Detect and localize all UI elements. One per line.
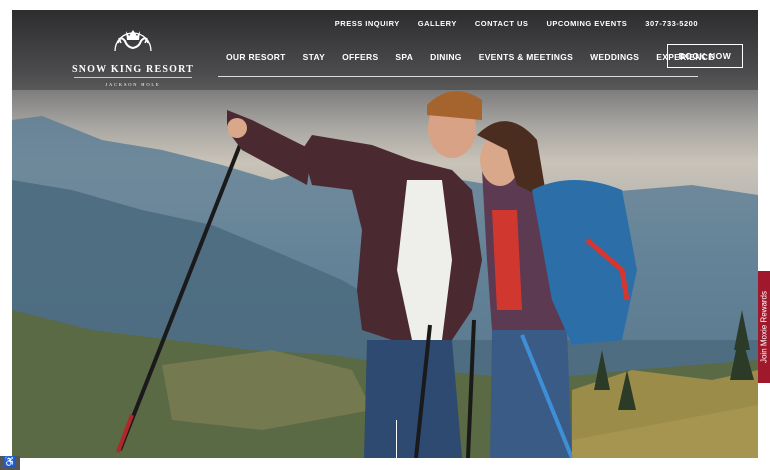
- nav-offers[interactable]: OFFERS: [342, 52, 378, 62]
- hero-banner: SNOW KING RESORT JACKSON HOLE PRESS INQU…: [12, 10, 758, 458]
- logo-name: SNOW KING RESORT: [72, 64, 195, 75]
- nav-events-meetings[interactable]: EVENTS & MEETINGS: [479, 52, 573, 62]
- accessibility-icon[interactable]: ♿: [0, 456, 20, 470]
- main-nav: OUR RESORT STAY OFFERS SPA DINING EVENTS…: [226, 52, 714, 62]
- nav-weddings[interactable]: WEDDINGS: [590, 52, 639, 62]
- rewards-tab-label: Join Moxie Rewards: [759, 290, 769, 364]
- logo-divider: [74, 77, 192, 78]
- nav-phone-number[interactable]: 307-733-5200: [645, 19, 698, 28]
- scroll-indicator: [396, 420, 397, 458]
- rewards-tab[interactable]: Join Moxie Rewards: [758, 271, 770, 383]
- nav-stay[interactable]: STAY: [303, 52, 325, 62]
- crown-antlers-emblem: [114, 30, 152, 52]
- nav-contact-us[interactable]: CONTACT US: [475, 19, 529, 28]
- top-utility-nav: PRESS INQUIRY GALLERY CONTACT US UPCOMIN…: [335, 19, 698, 28]
- nav-gallery[interactable]: GALLERY: [418, 19, 457, 28]
- nav-upcoming-events[interactable]: UPCOMING EVENTS: [546, 19, 627, 28]
- nav-press-inquiry[interactable]: PRESS INQUIRY: [335, 19, 400, 28]
- nav-divider: [218, 76, 698, 77]
- resort-logo[interactable]: SNOW KING RESORT JACKSON HOLE: [72, 21, 195, 87]
- book-now-button[interactable]: BOOK NOW: [667, 44, 743, 68]
- nav-our-resort[interactable]: OUR RESORT: [226, 52, 286, 62]
- logo-location: JACKSON HOLE: [105, 82, 161, 87]
- nav-spa[interactable]: SPA: [395, 52, 413, 62]
- nav-dining[interactable]: DINING: [430, 52, 462, 62]
